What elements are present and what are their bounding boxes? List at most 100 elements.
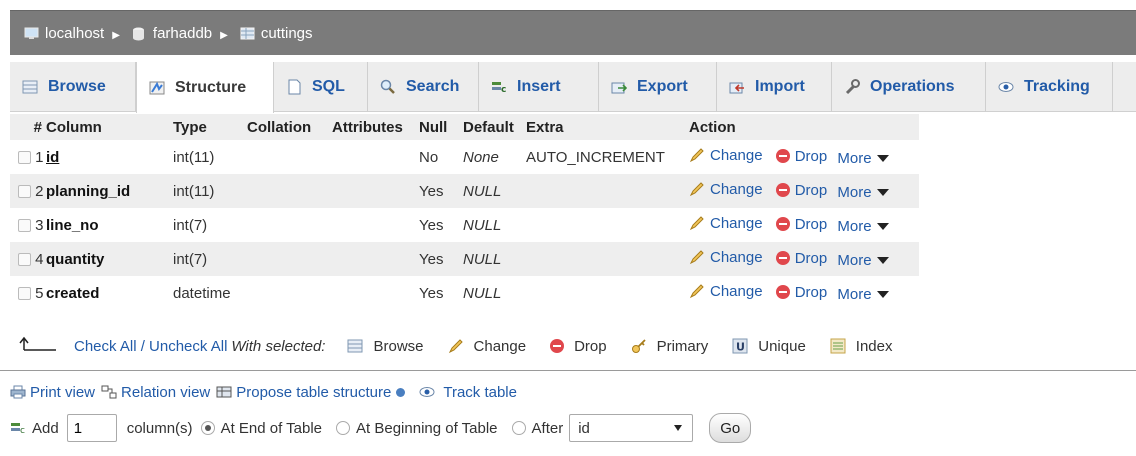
bulk-primary-label: Primary [656, 337, 709, 355]
arrow-up-icon [18, 336, 58, 356]
pencil-icon [689, 283, 705, 299]
breadcrumb-database[interactable]: farhaddb [132, 25, 212, 42]
with-selected-bar: Check All / Uncheck All With selected: B… [10, 330, 917, 362]
at-end-radio[interactable] [200, 421, 215, 435]
change-action[interactable]: Change [689, 283, 763, 300]
drop-action[interactable]: Drop [767, 182, 827, 199]
tab-insert[interactable]: c Insert [479, 62, 599, 112]
drop-action[interactable]: Drop [767, 216, 827, 233]
row-actions: Change Drop More [689, 276, 919, 310]
caret-down-icon [876, 189, 889, 197]
column-name-link[interactable]: id [46, 149, 59, 166]
row-checkbox[interactable] [18, 219, 31, 233]
go-button[interactable]: Go [709, 413, 752, 443]
add-label: Add [32, 419, 59, 437]
bulk-index-button[interactable]: Index [830, 338, 893, 355]
row-checkbox[interactable] [18, 253, 31, 267]
row-number: 1 [35, 148, 44, 166]
bulk-browse-label: Browse [373, 337, 424, 355]
row-checkbox[interactable] [18, 287, 31, 301]
column-count-input[interactable] [66, 414, 117, 442]
relation-icon [101, 385, 117, 399]
column-type: int(7) [173, 242, 247, 276]
tab-tracking[interactable]: Tracking [986, 62, 1113, 112]
change-action[interactable]: Change [689, 181, 763, 198]
tab-sql[interactable]: SQL [274, 62, 368, 112]
more-label: More [837, 218, 872, 236]
tab-search-label: Search [406, 78, 460, 95]
more-dropdown[interactable]: More [837, 184, 889, 201]
more-dropdown[interactable]: More [837, 218, 889, 236]
header-number: # [10, 114, 46, 140]
print-view-link[interactable]: Print view [30, 384, 95, 401]
column-default: NULL [463, 208, 526, 242]
bulk-change-button[interactable]: Change [448, 338, 526, 355]
row-checkbox[interactable] [18, 151, 31, 165]
check-all-link[interactable]: Check All / Uncheck All [74, 338, 227, 355]
bulk-unique-button[interactable]: U Unique [732, 338, 806, 355]
tab-export[interactable]: Export [599, 62, 717, 112]
insert-icon: c [491, 79, 507, 95]
tab-structure[interactable]: Structure [136, 62, 274, 113]
column-extra [526, 276, 689, 310]
drop-action[interactable]: Drop [767, 148, 827, 165]
track-table-link[interactable]: Track table [443, 384, 517, 401]
column-collation [247, 174, 332, 208]
after-label[interactable]: After [532, 420, 564, 437]
caret-down-icon [876, 155, 889, 163]
row-cell-num: 2 [10, 174, 46, 208]
column-extra [526, 174, 689, 208]
bulk-primary-button[interactable]: Primary [631, 337, 709, 355]
drop-label: Drop [794, 283, 828, 301]
at-beginning-radio[interactable] [336, 421, 351, 435]
add-columns-row: c Add column(s) At End of Table At Begin… [10, 412, 752, 444]
relation-view-link[interactable]: Relation view [121, 384, 210, 401]
change-action[interactable]: Change [689, 147, 763, 164]
drop-icon [775, 149, 790, 164]
more-dropdown[interactable]: More [837, 286, 889, 303]
more-dropdown[interactable]: More [837, 252, 889, 269]
at-beginning-label[interactable]: At Beginning of Table [356, 420, 498, 437]
tab-operations[interactable]: Operations [832, 62, 986, 112]
row-number: 5 [35, 284, 44, 302]
change-action[interactable]: Change [689, 249, 763, 266]
more-dropdown[interactable]: More [837, 150, 889, 167]
tab-search[interactable]: Search [368, 62, 479, 112]
drop-action[interactable]: Drop [767, 283, 828, 301]
bulk-drop-label: Drop [574, 337, 607, 355]
after-column-value: id [578, 419, 590, 437]
at-end-label[interactable]: At End of Table [221, 420, 322, 437]
tab-structure-label: Structure [175, 78, 247, 96]
bulk-browse-button[interactable]: Browse [347, 337, 424, 355]
header-type: Type [173, 114, 247, 140]
tab-insert-label: Insert [517, 78, 561, 95]
row-checkbox[interactable] [18, 185, 31, 199]
column-null: Yes [419, 242, 463, 276]
after-column-select[interactable]: id [569, 414, 694, 442]
breadcrumb-table[interactable]: cuttings [240, 25, 313, 42]
tab-import[interactable]: Import [717, 62, 832, 112]
breadcrumb-table-label[interactable]: cuttings [261, 25, 313, 42]
tab-tracking-label: Tracking [1024, 78, 1090, 95]
row-cell-column: created [46, 276, 173, 310]
change-action[interactable]: Change [689, 215, 763, 232]
index-icon [830, 338, 846, 354]
drop-action[interactable]: Drop [767, 250, 827, 267]
column-type: int(11) [173, 140, 247, 174]
header-column: Column [46, 114, 173, 140]
propose-structure-link[interactable]: Propose table structure [236, 384, 391, 401]
help-icon[interactable] [396, 387, 406, 397]
breadcrumb-server[interactable]: localhost [24, 25, 104, 42]
bulk-drop-button[interactable]: Drop [550, 338, 607, 355]
tab-browse[interactable]: Browse [10, 62, 136, 112]
change-label: Change [710, 146, 763, 164]
change-label: Change [710, 214, 763, 232]
breadcrumb-database-label[interactable]: farhaddb [153, 25, 212, 42]
column-attributes [332, 174, 419, 208]
table-links-row: Print view Relation view Propose table s… [10, 380, 517, 404]
column-attributes [332, 208, 419, 242]
breadcrumb-server-label[interactable]: localhost [45, 25, 104, 42]
pencil-icon [689, 147, 705, 163]
breadcrumb-separator-icon: ▶ [112, 29, 120, 41]
after-radio[interactable] [511, 421, 526, 435]
